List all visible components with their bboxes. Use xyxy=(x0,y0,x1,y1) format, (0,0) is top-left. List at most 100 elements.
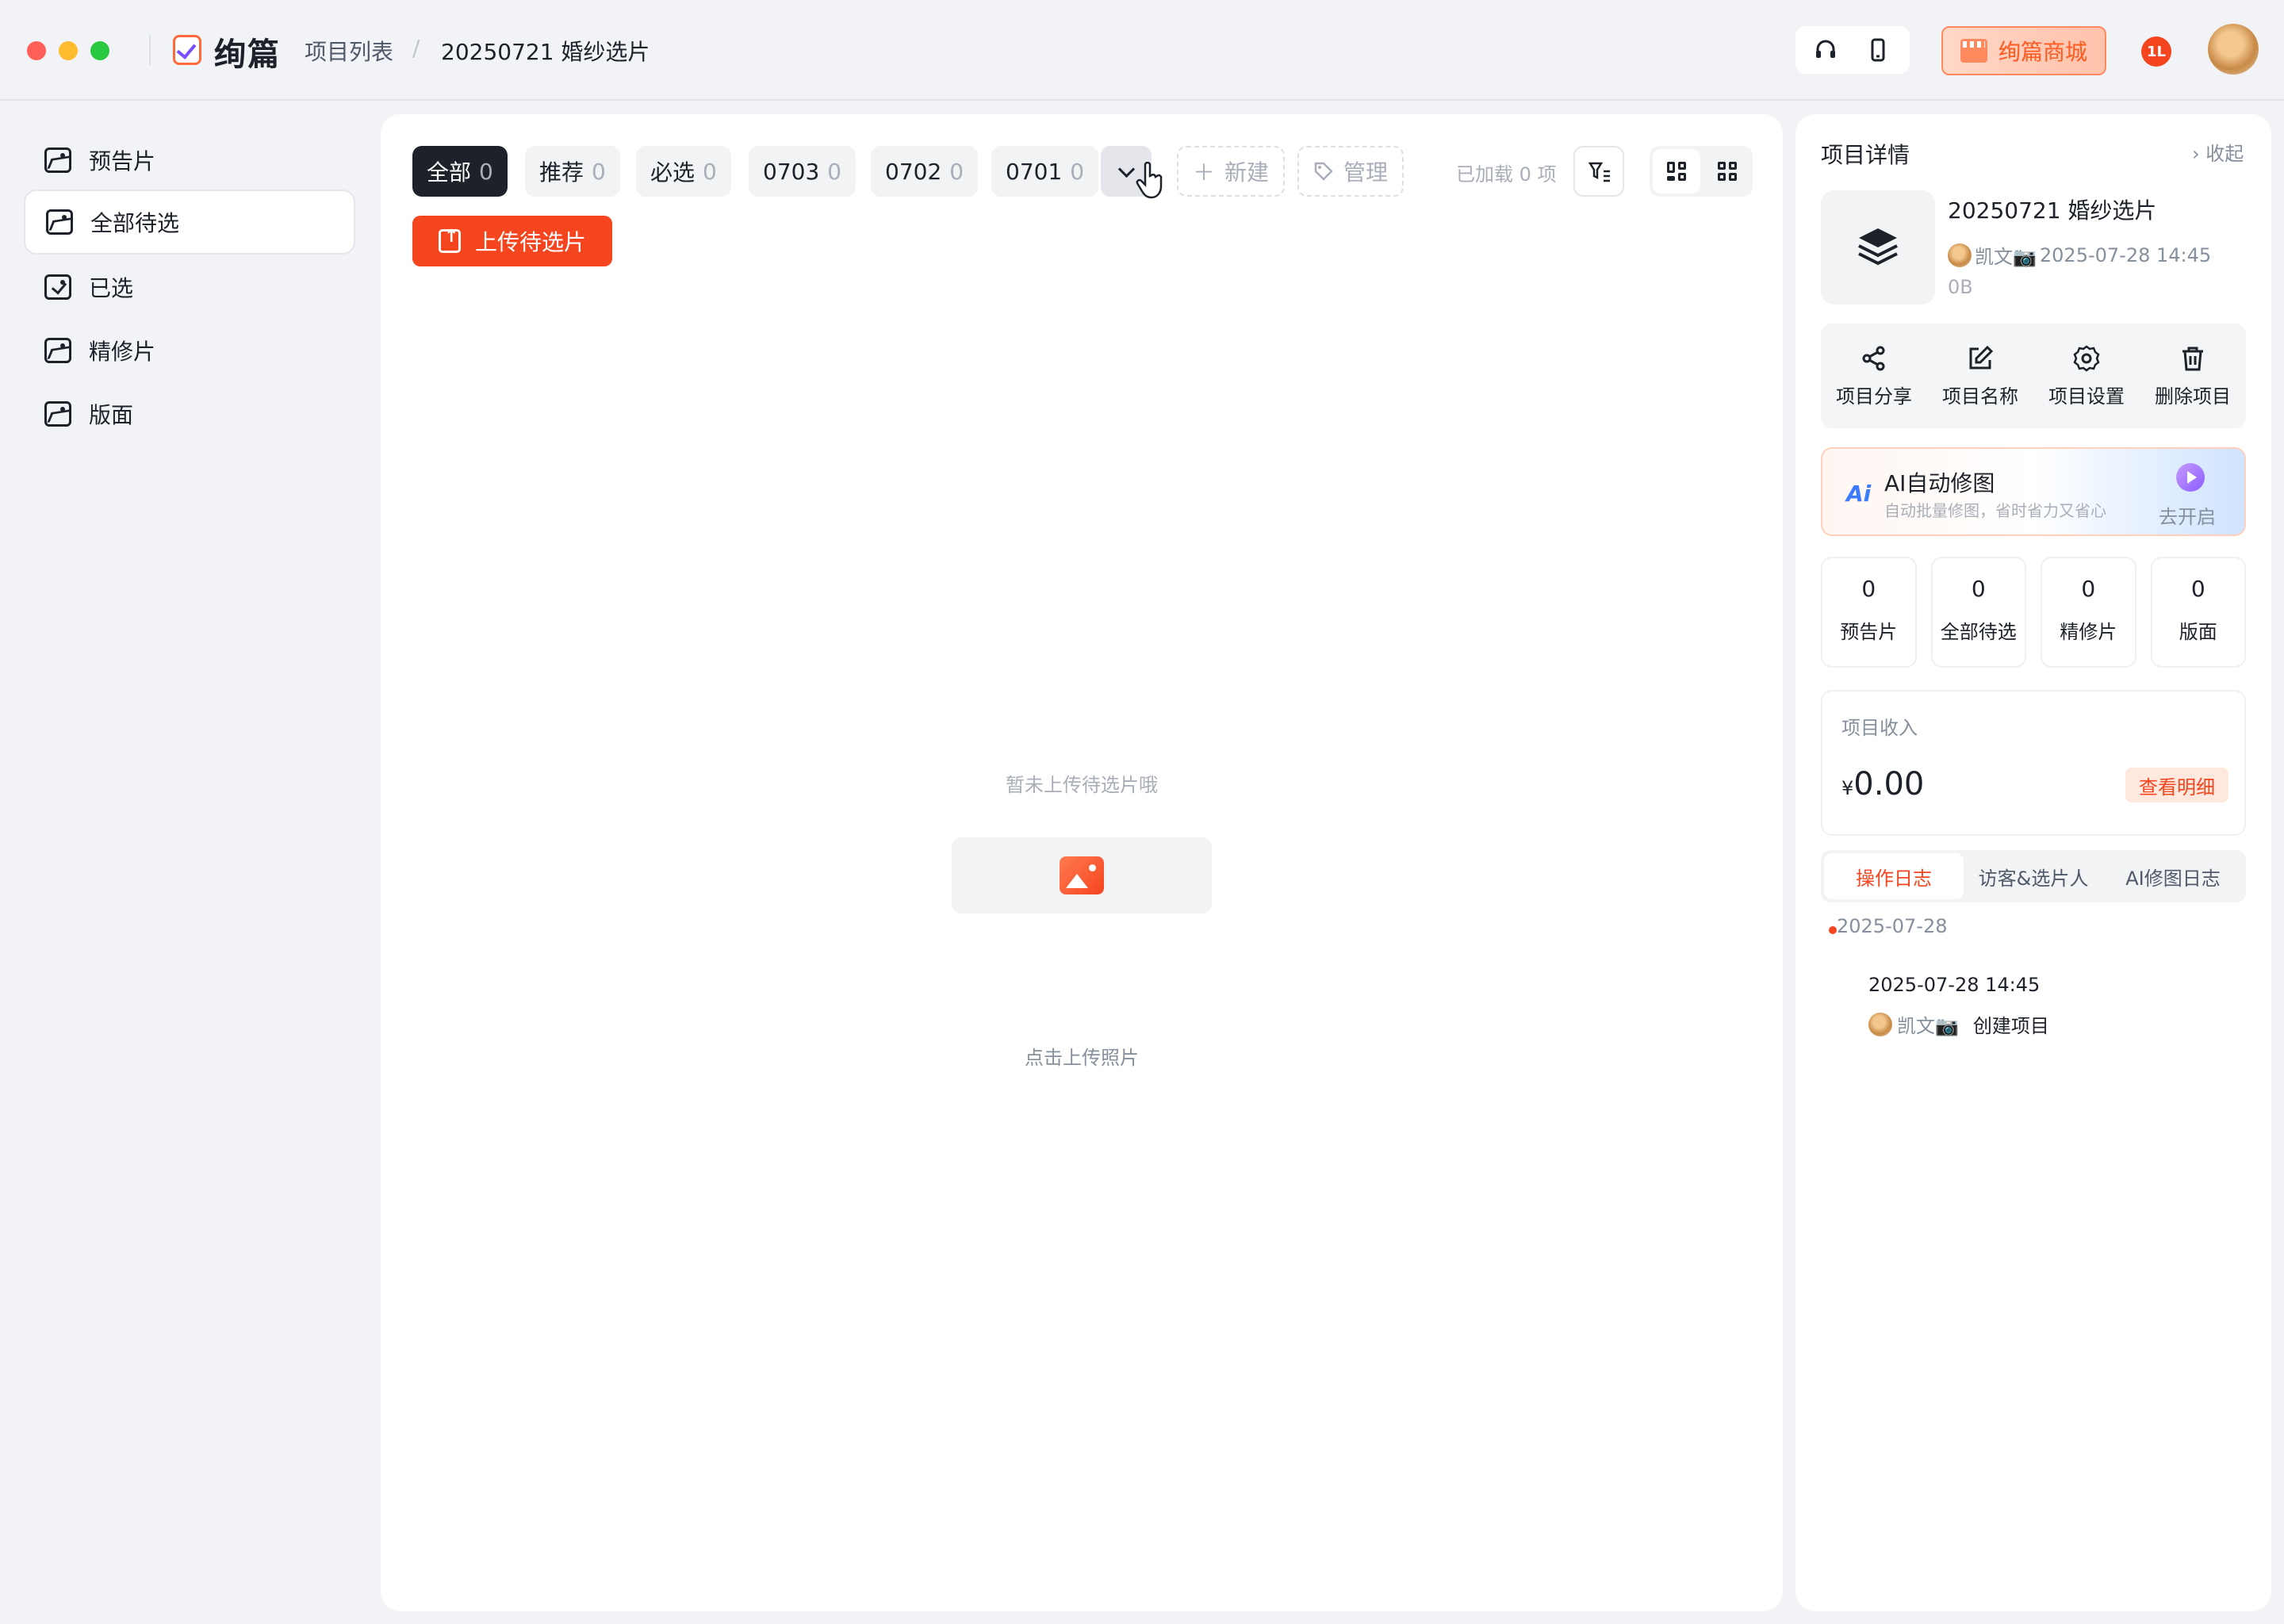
upload-photos-hint[interactable]: 点击上传照片 xyxy=(381,1042,1783,1070)
project-actions: 项目分享 项目名称 项目设置 删除项目 xyxy=(1821,324,2246,428)
grid-view-icon[interactable] xyxy=(1718,162,1737,181)
tab-operation-log[interactable]: 操作日志 xyxy=(1824,853,1964,899)
photo-icon xyxy=(1060,856,1104,894)
upload-photos-dropzone[interactable] xyxy=(952,837,1212,914)
ai-card-subtitle: 自动批量修图，省时省力又省心 xyxy=(1884,501,2106,520)
app-logo-icon xyxy=(173,35,201,65)
empty-state-text: 暂未上传待选片哦 xyxy=(1006,774,1158,796)
sidebar: 预告片 全部待选 已选 精修片 版面 xyxy=(0,102,381,1624)
manage-tags-button[interactable]: 管理 xyxy=(1297,146,1405,197)
title-bar: 绚篇 项目列表 / 20250721 婚纱选片 绚篇商城 1L xyxy=(0,0,2284,101)
view-toggle xyxy=(1650,146,1753,197)
sidebar-item-layout[interactable]: 版面 xyxy=(24,381,355,446)
collapse-label: 收起 xyxy=(2205,143,2244,165)
shop-button[interactable]: 绚篇商城 xyxy=(1941,26,2106,75)
edit-icon xyxy=(1969,345,1994,370)
view-masonry-button[interactable] xyxy=(1653,149,1700,193)
sidebar-item-trailer[interactable]: 预告片 xyxy=(24,128,355,193)
tab-ai-log[interactable]: AI修图日志 xyxy=(2103,853,2243,899)
ai-retouch-card[interactable]: Ai AI自动修图 自动批量修图，省时省力又省心 去开启 xyxy=(1821,447,2246,536)
filter-button[interactable] xyxy=(1573,146,1624,197)
rename-project-button[interactable]: 项目名称 xyxy=(1927,324,2033,428)
tab-visitors[interactable]: 访客&选片人 xyxy=(1964,853,2103,899)
settings-icon xyxy=(2073,345,2100,372)
income-label: 项目收入 xyxy=(1841,717,1918,739)
sidebar-item-label: 版面 xyxy=(89,402,134,428)
image-icon xyxy=(44,147,71,173)
upload-button-label: 上传待选片 xyxy=(474,229,586,255)
layers-icon xyxy=(1858,228,1898,266)
sidebar-item-retouched[interactable]: 精修片 xyxy=(24,318,355,383)
window-close-button[interactable] xyxy=(27,41,46,60)
app-name: 绚篇 xyxy=(214,36,281,73)
action-label: 删除项目 xyxy=(2155,385,2231,408)
stat-label: 版面 xyxy=(2179,621,2217,643)
manage-tags-label: 管理 xyxy=(1343,159,1389,186)
project-created-time: 2025-07-28 14:45 xyxy=(2039,243,2212,266)
action-label: 项目名称 xyxy=(1942,385,2018,408)
new-tag-button[interactable]: ＋ 新建 xyxy=(1177,146,1286,197)
ai-enable-button[interactable]: 去开启 xyxy=(2159,501,2216,529)
loaded-count: 已加载 0 项 xyxy=(1456,163,1557,186)
headset-icon[interactable] xyxy=(1813,37,1838,63)
tag-label: 0702 xyxy=(885,158,942,185)
shop-button-label: 绚篇商城 xyxy=(1998,39,2088,65)
tag-count: 0 xyxy=(703,158,717,185)
project-detail-panel: 项目详情 › 收起 20250721 婚纱选片 凯文📷 2025-07-28 1… xyxy=(1795,114,2271,1611)
plus-icon: ＋ xyxy=(1193,159,1216,186)
view-income-detail-button[interactable]: 查看明细 xyxy=(2125,768,2228,802)
stat-value: 0 xyxy=(1971,576,1986,602)
tag-0703[interactable]: 0703 0 xyxy=(749,146,856,197)
upload-candidates-button[interactable]: 上传待选片 xyxy=(412,216,612,266)
project-owner: 凯文📷 xyxy=(1975,246,2037,268)
log-action: 创建项目 xyxy=(1972,1015,2049,1037)
project-settings-button[interactable]: 项目设置 xyxy=(2033,324,2140,428)
stat-retouched[interactable]: 0 精修片 xyxy=(2041,557,2136,668)
tag-recommended[interactable]: 推荐 0 xyxy=(525,146,620,197)
breadcrumb-project-list[interactable]: 项目列表 xyxy=(305,35,393,67)
project-name: 20250721 婚纱选片 xyxy=(1948,197,2157,224)
sidebar-item-label: 已选 xyxy=(89,275,134,301)
trash-icon xyxy=(2182,347,2203,371)
window-zoom-button[interactable] xyxy=(90,41,109,60)
stat-layout[interactable]: 0 版面 xyxy=(2150,557,2246,668)
collapse-button[interactable]: › 收起 xyxy=(2192,138,2244,166)
currency-symbol: ¥ xyxy=(1841,777,1854,799)
hand-cursor-icon xyxy=(1136,162,1163,199)
stat-trailer[interactable]: 0 预告片 xyxy=(1821,557,1917,668)
new-tag-label: 新建 xyxy=(1224,159,1270,186)
tag-count: 0 xyxy=(592,158,606,185)
sidebar-item-selected[interactable]: 已选 xyxy=(24,255,355,320)
project-income-card: 项目收入 ¥0.00 查看明细 xyxy=(1821,690,2246,836)
log-tabs: 操作日志 访客&选片人 AI修图日志 xyxy=(1821,850,2246,902)
detail-title: 项目详情 xyxy=(1821,142,1910,168)
ai-card-title: AI自动修图 xyxy=(1884,470,1995,496)
tag-all[interactable]: 全部 0 xyxy=(412,146,508,197)
tag-required[interactable]: 必选 0 xyxy=(636,146,731,197)
stat-label: 精修片 xyxy=(2060,621,2117,643)
tag-label: 0703 xyxy=(763,158,820,185)
project-stats: 0 预告片 0 全部待选 0 精修片 0 版面 xyxy=(1821,557,2246,668)
delete-project-button[interactable]: 删除项目 xyxy=(2140,324,2246,428)
titlebar-divider xyxy=(149,35,151,65)
image-icon xyxy=(46,209,73,235)
tag-icon xyxy=(1314,162,1333,181)
log-date: 2025-07-28 xyxy=(1837,915,1948,937)
user-avatar[interactable] xyxy=(2208,24,2259,75)
masonry-grid-icon xyxy=(1667,162,1686,181)
tag-0702[interactable]: 0702 0 xyxy=(871,146,979,197)
tag-0701[interactable]: 0701 0 xyxy=(991,146,1099,197)
notification-badge[interactable]: 1L xyxy=(2141,36,2171,67)
project-size: 0B xyxy=(1948,276,1973,298)
breadcrumb-current-project: 20250721 婚纱选片 xyxy=(441,39,650,65)
image-icon xyxy=(44,401,71,427)
tag-count: 0 xyxy=(479,158,493,185)
phone-icon[interactable] xyxy=(1865,37,1891,63)
share-project-button[interactable]: 项目分享 xyxy=(1821,324,1927,428)
chevron-right-icon: › xyxy=(2192,143,2200,165)
sidebar-item-all-candidates[interactable]: 全部待选 xyxy=(24,190,355,255)
log-user: 凯文📷 xyxy=(1897,1015,1959,1037)
window-minimize-button[interactable] xyxy=(59,41,78,60)
stat-all-candidates[interactable]: 0 全部待选 xyxy=(1930,557,2026,668)
tag-count: 0 xyxy=(1070,158,1085,185)
